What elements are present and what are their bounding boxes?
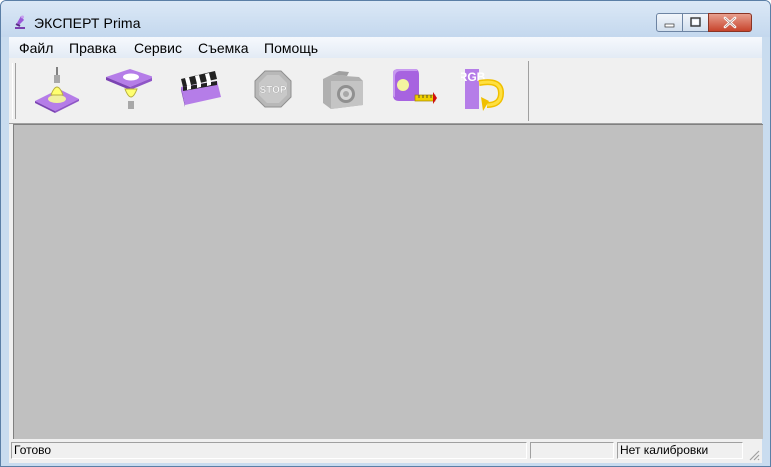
microscope-icon	[15, 15, 25, 29]
lamp-bottom-light-icon	[35, 67, 79, 113]
minimize-icon	[664, 23, 675, 28]
maximize-button[interactable]	[682, 13, 709, 32]
menu-edit[interactable]: Правка	[69, 40, 116, 56]
lamp-top-light-icon	[106, 69, 152, 109]
menu-file[interactable]: Файл	[19, 40, 53, 56]
calibration-status: Нет калибровки	[617, 442, 743, 459]
toolbar-grip[interactable]	[12, 63, 16, 119]
menu-bar: Файл Правка Сервис Съемка Помощь	[9, 37, 762, 58]
main-window: ЭКСПЕРТ Prima Файл Правка Сервис Съемка …	[0, 0, 771, 467]
minimize-button[interactable]	[656, 13, 683, 32]
status-pane-middle	[530, 442, 614, 459]
calibration-ruler-icon	[393, 69, 437, 104]
maximize-icon	[690, 17, 701, 27]
workspace-area[interactable]	[13, 124, 763, 439]
close-icon	[723, 16, 737, 29]
status-bar: Готово Нет калибровки	[9, 439, 762, 463]
clapperboard-icon	[181, 71, 221, 107]
menu-capture[interactable]: Съемка	[198, 40, 249, 56]
status-text: Готово	[11, 442, 527, 459]
lamp-top-button[interactable]	[104, 65, 152, 113]
rgb-rotate-button[interactable]: RGB	[461, 65, 509, 113]
client-area: Файл Правка Сервис Съемка Помощь STOP RG…	[9, 37, 763, 463]
menu-help[interactable]: Помощь	[264, 40, 318, 56]
stop-button[interactable]: STOP	[249, 65, 297, 113]
toolbar: STOP RGB	[9, 59, 762, 124]
lamp-bottom-button[interactable]	[33, 65, 81, 113]
clapperboard-button[interactable]	[177, 65, 225, 113]
menu-service[interactable]: Сервис	[134, 40, 182, 56]
stop-label: STOP	[259, 85, 286, 96]
stop-icon: STOP	[254, 70, 292, 108]
camera-button[interactable]	[319, 65, 367, 113]
camera-icon	[323, 71, 363, 109]
title-bar[interactable]: ЭКСПЕРТ Prima	[1, 1, 770, 37]
window-title: ЭКСПЕРТ Prima	[34, 15, 141, 31]
rgb-rotate-icon: RGB	[461, 69, 505, 111]
close-button[interactable]	[708, 13, 752, 32]
resize-grip-icon[interactable]	[748, 449, 760, 461]
calibration-button[interactable]	[389, 65, 437, 113]
